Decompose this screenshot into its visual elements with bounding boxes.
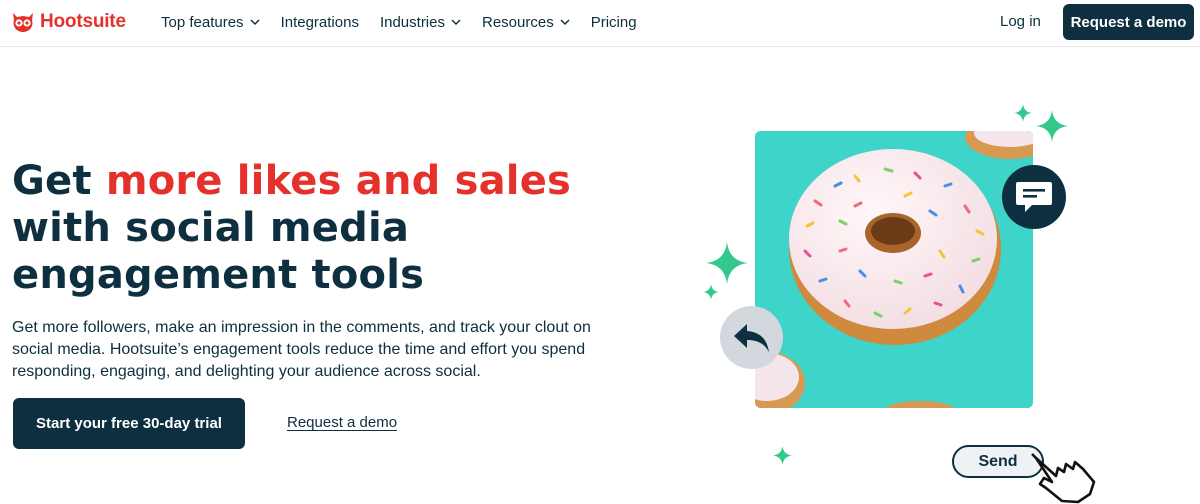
chevron-down-icon	[451, 19, 461, 26]
sparkle-icon	[1036, 110, 1068, 142]
headline-prefix: Get	[12, 158, 106, 204]
nav-integrations[interactable]: Integrations	[281, 14, 359, 31]
nav-label: Resources	[482, 13, 554, 31]
login-link[interactable]: Log in	[1000, 13, 1041, 30]
nav-label: Industries	[379, 13, 445, 31]
hero-description: Get more followers, make an impression i…	[12, 319, 591, 380]
chevron-down-icon	[560, 19, 570, 26]
nav-label: Pricing	[590, 13, 637, 31]
logo-text: Hootsuite	[40, 11, 126, 32]
sparkle-icon	[703, 284, 719, 300]
reply-arrow-icon	[720, 306, 783, 369]
headline-accent: more likes and sales	[105, 158, 572, 204]
comment-bubble-icon	[1002, 165, 1066, 229]
logo[interactable]: Hootsuite	[10, 8, 126, 36]
nav-label: Integrations	[280, 13, 359, 31]
nav-label: Top features	[161, 13, 244, 31]
sparkle-icon	[773, 446, 792, 465]
headline-rest: with social media engagement tools	[12, 205, 425, 298]
donut-image	[755, 131, 1033, 408]
pointer-hand-icon	[1031, 453, 1096, 504]
nav-pricing[interactable]: Pricing	[591, 14, 637, 31]
sparkle-icon	[1014, 104, 1032, 122]
owl-logo-icon	[13, 13, 33, 32]
site-header: Hootsuite Top features Integrations Indu…	[0, 0, 1200, 47]
nav-top-features[interactable]: Top features	[161, 14, 260, 31]
nav-resources[interactable]: Resources	[482, 14, 570, 31]
main-nav: Top features Integrations Industries Res…	[161, 0, 658, 44]
sparkle-icon	[706, 242, 748, 284]
request-demo-link[interactable]: Request a demo	[287, 414, 397, 431]
chevron-down-icon	[250, 19, 260, 26]
start-trial-button[interactable]: Start your free 30-day trial	[13, 398, 245, 449]
hero-headline: Get more likes and sales with social med…	[12, 158, 632, 299]
request-demo-button[interactable]: Request a demo	[1063, 4, 1194, 40]
nav-industries[interactable]: Industries	[380, 14, 461, 31]
